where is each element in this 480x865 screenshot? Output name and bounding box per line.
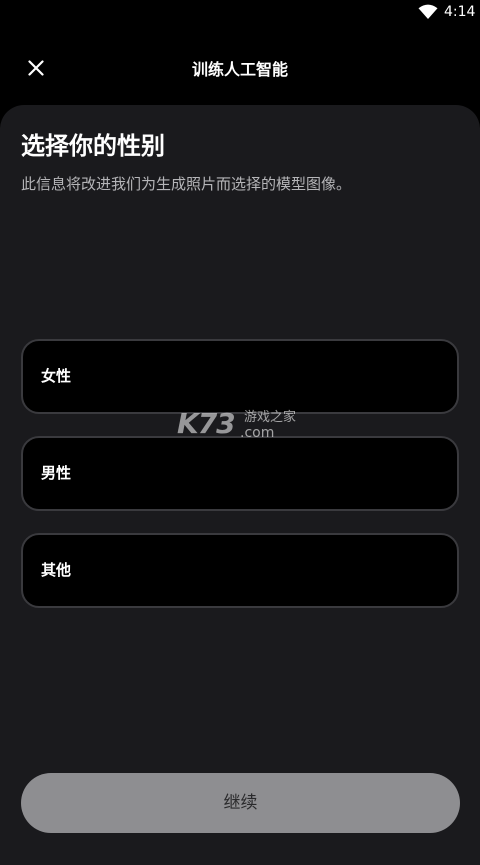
status-time: 4:14 — [444, 4, 476, 20]
gender-heading: 选择你的性别 — [21, 132, 165, 160]
continue-button[interactable]: 继续 — [21, 773, 460, 833]
status-bar: 4:14 — [0, 0, 480, 26]
page-title: 训练人工智能 — [191, 60, 288, 79]
option-label: 男性 — [41, 464, 72, 482]
option-label: 其他 — [41, 561, 72, 579]
continue-label: 继续 — [223, 793, 258, 813]
option-other[interactable]: 其他 — [21, 533, 459, 608]
top-bar: 训练人工智能 — [0, 44, 480, 96]
option-label: 女性 — [41, 367, 72, 385]
option-male[interactable]: 男性 — [21, 436, 459, 511]
gender-description: 此信息将改进我们为生成照片而选择的模型图像。 — [21, 175, 352, 193]
option-female[interactable]: 女性 — [21, 339, 459, 414]
wifi-icon — [418, 4, 438, 20]
